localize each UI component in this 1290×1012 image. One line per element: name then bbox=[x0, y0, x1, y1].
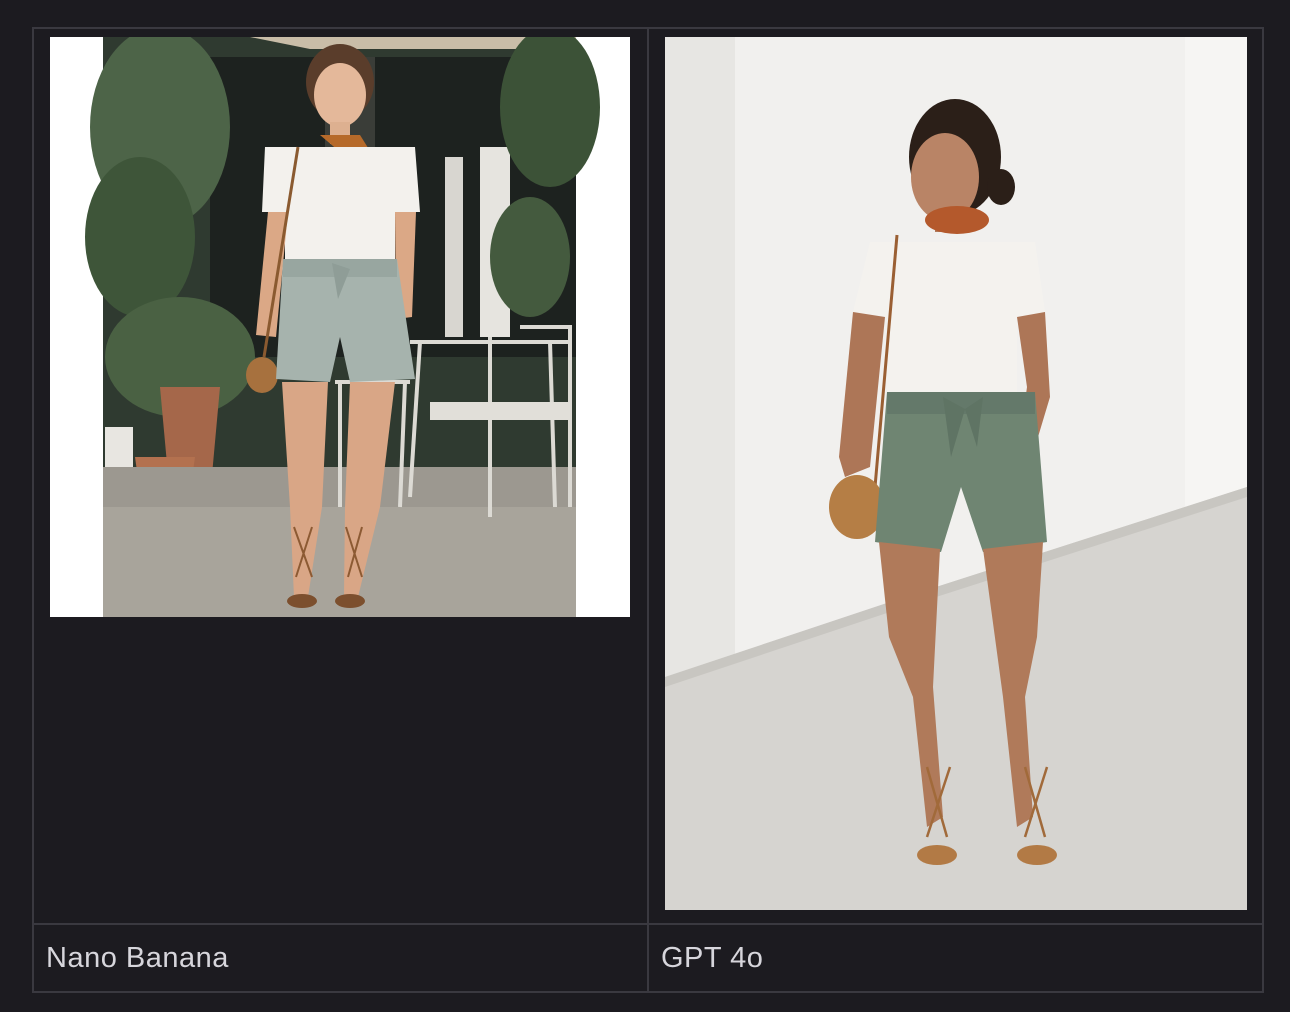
caption-cell-gpt-4o: GPT 4o bbox=[649, 925, 1262, 991]
caption-cell-nano-banana: Nano Banana bbox=[34, 925, 647, 991]
caption-nano-banana: Nano Banana bbox=[46, 942, 229, 974]
comparison-table: Nano Banana GPT 4o bbox=[32, 27, 1264, 993]
nano-banana-photo[interactable] bbox=[50, 37, 630, 617]
caption-gpt-4o: GPT 4o bbox=[661, 942, 764, 974]
image-cell-gpt-4o bbox=[649, 29, 1262, 923]
image-cell-nano-banana bbox=[34, 29, 647, 923]
gpt-4o-photo[interactable] bbox=[665, 37, 1247, 910]
